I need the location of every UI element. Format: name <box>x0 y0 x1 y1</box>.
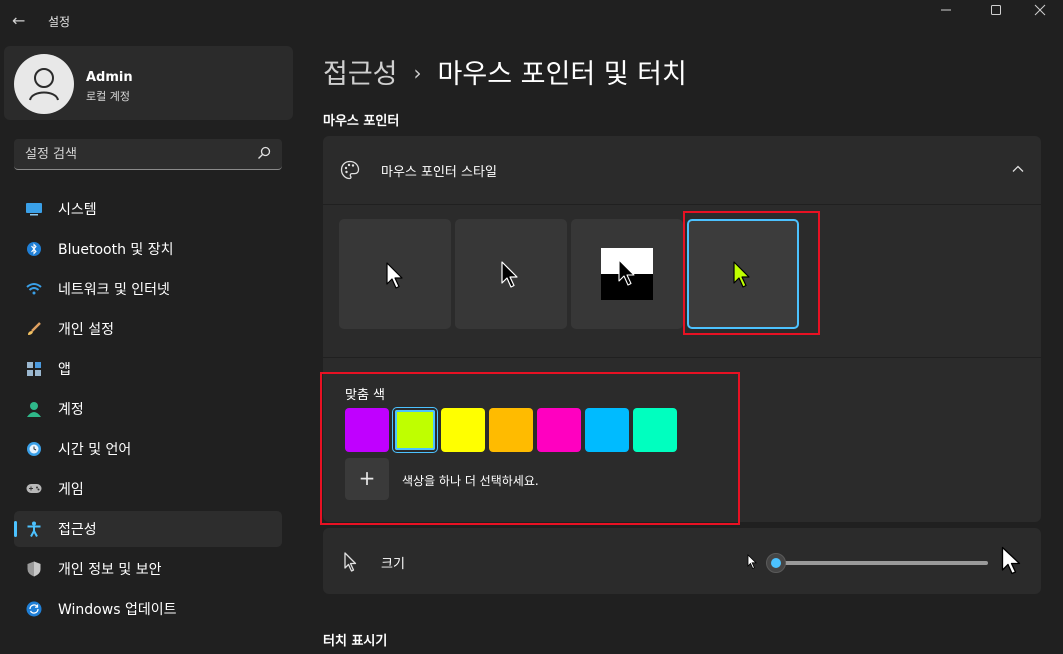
color-swatch-teal[interactable] <box>633 408 677 452</box>
inverted-cursor-icon <box>601 248 653 300</box>
pointer-style-black[interactable] <box>455 219 567 329</box>
color-swatch-pink[interactable] <box>537 408 581 452</box>
pointer-style-custom[interactable] <box>687 219 799 329</box>
small-cursor-icon <box>747 554 757 570</box>
minimize-icon <box>941 9 951 11</box>
sidebar-item-apps[interactable]: 앱 <box>14 351 282 387</box>
sidebar-item-label: Windows 업데이트 <box>58 602 177 618</box>
back-button[interactable]: ← <box>12 11 32 31</box>
sidebar-item-privacy-security[interactable]: 개인 정보 및 보안 <box>14 551 282 587</box>
settings-search-box[interactable] <box>14 139 282 170</box>
section-title-mouse-pointer: 마우스 포인터 <box>323 114 400 129</box>
sidebar-item-label: 시간 및 언어 <box>58 442 132 458</box>
white-cursor-icon <box>386 262 403 289</box>
color-swatch-blue[interactable] <box>585 408 629 452</box>
profile-account-type: 로컬 계정 <box>86 90 130 103</box>
sidebar-item-label: Bluetooth 및 장치 <box>58 242 174 258</box>
shield-icon <box>26 561 42 577</box>
sidebar-item-windows-update[interactable]: Windows 업데이트 <box>14 591 282 627</box>
pointer-style-label: 마우스 포인터 스타일 <box>381 165 497 180</box>
account-icon <box>26 401 42 417</box>
custom-color-label: 맞춤 색 <box>345 388 386 403</box>
brush-icon <box>26 321 42 337</box>
pointer-size-slider-track[interactable] <box>778 561 988 565</box>
breadcrumb-parent[interactable]: 접근성 <box>323 59 398 90</box>
pointer-style-inverted[interactable] <box>571 219 683 329</box>
custom-color-cursor-icon <box>733 261 750 288</box>
sidebar-item-gaming[interactable]: 게임 <box>14 471 282 507</box>
color-swatch-purple[interactable] <box>345 408 389 452</box>
accessibility-icon <box>26 521 42 537</box>
palette-icon <box>340 160 360 180</box>
pointer-style-white[interactable] <box>339 219 451 329</box>
user-profile-card[interactable]: Admin 로컬 계정 <box>4 46 293 120</box>
pointer-size-card: 크기 <box>323 528 1041 594</box>
color-swatch-lime[interactable] <box>393 408 437 452</box>
pointer-style-expander[interactable]: 마우스 포인터 스타일 <box>323 136 1041 204</box>
sidebar-item-label: 개인 설정 <box>58 322 114 338</box>
color-swatch-orange[interactable] <box>489 408 533 452</box>
pointer-size-icon <box>344 552 357 572</box>
sidebar-item-label: 게임 <box>58 482 84 498</box>
sidebar-item-label: 시스템 <box>58 202 97 218</box>
sidebar-item-label: 네트워크 및 인터넷 <box>58 282 170 298</box>
avatar <box>14 54 74 114</box>
sidebar-nav: 시스템 Bluetooth 및 장치 네트워크 및 인터넷 개인 설정 앱 계정 <box>14 191 282 631</box>
sidebar-item-bluetooth[interactable]: Bluetooth 및 장치 <box>14 231 282 267</box>
color-swatch-yellow[interactable] <box>441 408 485 452</box>
add-color-button[interactable]: + <box>345 458 389 500</box>
section-title-touch-indicator: 터치 표시기 <box>323 634 388 649</box>
sidebar-item-label: 접근성 <box>58 522 97 538</box>
clock-globe-icon <box>26 441 42 457</box>
gamepad-icon <box>26 481 42 497</box>
sidebar-item-network[interactable]: 네트워크 및 인터넷 <box>14 271 282 307</box>
update-icon <box>26 601 42 617</box>
breadcrumb-separator-icon: › <box>413 61 422 85</box>
close-icon <box>1034 4 1046 16</box>
breadcrumb: 접근성 › 마우스 포인터 및 터치 <box>323 52 687 91</box>
profile-name: Admin <box>86 70 133 85</box>
sidebar-item-personalization[interactable]: 개인 설정 <box>14 311 282 347</box>
title-bar: ← 설정 <box>0 0 1063 42</box>
sidebar-item-label: 계정 <box>58 402 84 418</box>
search-icon[interactable] <box>256 145 272 161</box>
sidebar-item-time-language[interactable]: 시간 및 언어 <box>14 431 282 467</box>
maximize-icon <box>991 5 1001 15</box>
apps-icon <box>26 361 42 377</box>
chevron-up-icon[interactable] <box>1011 162 1025 176</box>
sidebar-item-label: 개인 정보 및 보안 <box>58 562 162 578</box>
wifi-icon <box>26 281 42 297</box>
close-button[interactable] <box>1017 2 1063 24</box>
minimize-button[interactable] <box>923 2 969 24</box>
sidebar-item-accounts[interactable]: 계정 <box>14 391 282 427</box>
pointer-size-label: 크기 <box>381 557 405 572</box>
system-icon <box>26 201 42 217</box>
large-cursor-icon <box>1001 546 1021 575</box>
add-color-label: 색상을 하나 더 선택하세요. <box>402 474 539 488</box>
pointer-size-slider-thumb[interactable] <box>766 553 786 573</box>
search-input[interactable] <box>14 139 254 169</box>
sidebar-item-label: 앱 <box>58 362 71 378</box>
black-cursor-icon <box>501 261 518 288</box>
sidebar-item-system[interactable]: 시스템 <box>14 191 282 227</box>
sidebar-item-accessibility[interactable]: 접근성 <box>14 511 282 547</box>
user-icon <box>29 68 59 101</box>
app-title: 설정 <box>48 15 71 29</box>
page-title: 마우스 포인터 및 터치 <box>437 59 687 90</box>
maximize-button[interactable] <box>973 2 1019 24</box>
bluetooth-icon <box>26 241 42 257</box>
plus-icon: + <box>358 466 376 490</box>
back-arrow-icon: ← <box>12 11 26 30</box>
